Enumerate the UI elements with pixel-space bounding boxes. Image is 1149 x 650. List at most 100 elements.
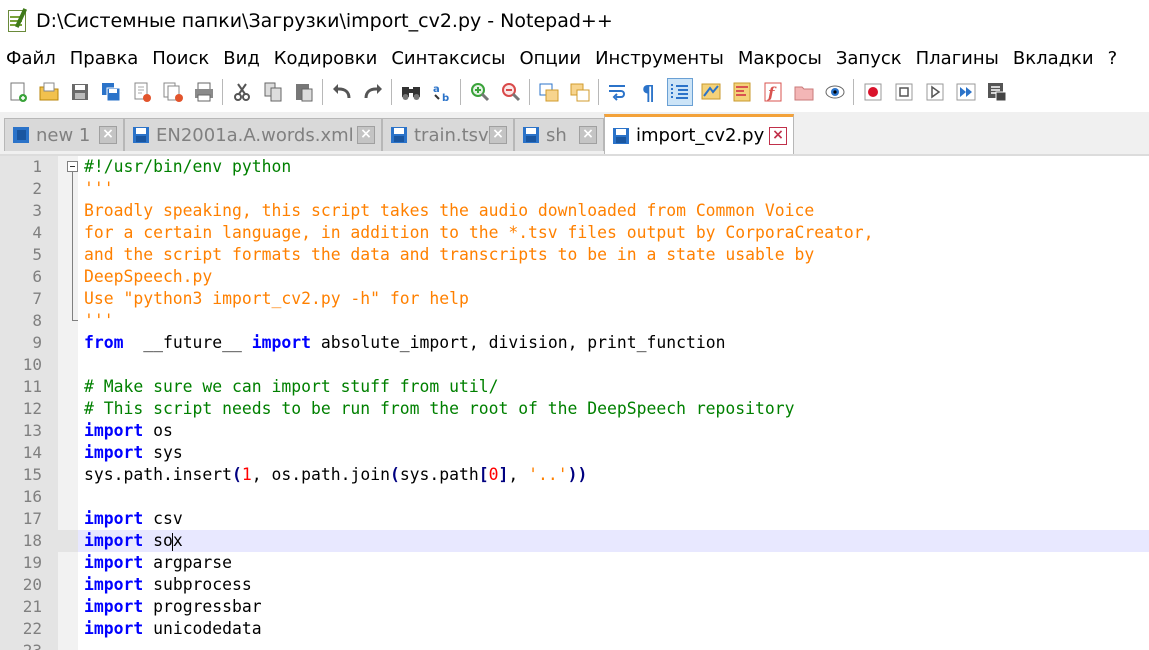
menu-item-11[interactable]: Вкладки	[1006, 48, 1101, 69]
code-line[interactable]: 7 Use "python3 import_cv2.py -h" for help	[0, 288, 1149, 310]
code-text: import os	[84, 421, 173, 440]
print-icon[interactable]	[191, 78, 217, 106]
code-line[interactable]: 14 import sys	[0, 442, 1149, 464]
close-icon[interactable]	[129, 78, 155, 106]
tab-en2001a-a-words-xml[interactable]: EN2001a.A.words.xml ×	[124, 118, 382, 151]
menu-item-2[interactable]: Поиск	[145, 48, 216, 69]
replace-icon[interactable]: ab	[429, 78, 455, 106]
paste-icon[interactable]	[291, 78, 317, 106]
zoom-out-icon[interactable]	[498, 78, 524, 106]
code-text: for a certain language, in addition to t…	[84, 223, 874, 242]
fold-collapse-icon[interactable]	[67, 161, 78, 172]
undo-icon[interactable]	[329, 78, 355, 106]
line-number: 20	[22, 575, 42, 594]
toolbar-separator	[391, 79, 392, 105]
tab-sh[interactable]: sh ×	[514, 118, 604, 151]
code-line[interactable]: 3 Broadly speaking, this script takes the…	[0, 200, 1149, 222]
show-all-characters-icon[interactable]: ¶	[636, 78, 662, 106]
menu-item-12[interactable]: ?	[1101, 48, 1125, 69]
menu-item-9[interactable]: Запуск	[829, 48, 909, 69]
tab-import-cv2-py[interactable]: import_cv2.py ×	[604, 114, 794, 154]
code-text: import argparse	[84, 553, 233, 572]
code-line[interactable]: 20 import subprocess	[0, 574, 1149, 596]
code-line[interactable]: 18 import sox	[0, 530, 1149, 552]
code-line[interactable]: 11 # Make sure we can import stuff from u…	[0, 376, 1149, 398]
menu-item-4[interactable]: Кодировки	[267, 48, 385, 69]
code-line[interactable]: 5 and the script formats the data and tra…	[0, 244, 1149, 266]
code-line[interactable]: 4 for a certain language, in addition to …	[0, 222, 1149, 244]
cut-icon[interactable]	[229, 78, 255, 106]
code-line[interactable]: 21 import progressbar	[0, 596, 1149, 618]
close-all-icon[interactable]	[160, 78, 186, 106]
code-line[interactable]: 17 import csv	[0, 508, 1149, 530]
notepadpp-app-icon[interactable]	[6, 8, 28, 34]
function-list-icon[interactable]: f	[760, 78, 786, 106]
tab-train-tsv[interactable]: train.tsv ×	[382, 118, 514, 151]
document-map-icon[interactable]	[729, 78, 755, 106]
line-number: 22	[22, 619, 42, 638]
new-file-icon[interactable]	[5, 78, 31, 106]
copy-icon[interactable]	[260, 78, 286, 106]
menu-item-8[interactable]: Макросы	[731, 48, 829, 69]
record-macro-icon[interactable]	[860, 78, 886, 106]
code-line[interactable]: 15 sys.path.insert(1, os.path.join(sys.pa…	[0, 464, 1149, 486]
menu-item-7[interactable]: Инструменты	[588, 48, 731, 69]
code-text: import progressbar	[84, 597, 262, 616]
line-number: 16	[22, 487, 42, 506]
menu-item-5[interactable]: Синтаксисы	[384, 48, 512, 69]
monitoring-icon[interactable]	[822, 78, 848, 106]
menu-item-6[interactable]: Опции	[512, 48, 588, 69]
code-line[interactable]: 1 #!/usr/bin/env python	[0, 156, 1149, 178]
tab-label: EN2001a.A.words.xml	[156, 124, 354, 146]
code-line[interactable]: 10	[0, 354, 1149, 376]
menu-item-3[interactable]: Вид	[216, 48, 267, 69]
code-line[interactable]: 13 import os	[0, 420, 1149, 442]
sync-vertical-icon[interactable]	[536, 78, 562, 106]
svg-text:b: b	[442, 93, 449, 103]
line-number: 14	[22, 443, 42, 462]
folder-workspace-icon[interactable]	[791, 78, 817, 106]
menu-item-10[interactable]: Плагины	[909, 48, 1006, 69]
code-line[interactable]: 12 # This script needs to be run from the…	[0, 398, 1149, 420]
code-text: import subprocess	[84, 575, 252, 594]
tab-close-icon[interactable]: ×	[489, 126, 507, 144]
tab-close-icon[interactable]: ×	[769, 126, 787, 145]
tab-label: import_cv2.py	[636, 125, 765, 146]
find-icon[interactable]	[398, 78, 424, 106]
toolbar-separator	[529, 79, 530, 105]
save-all-icon[interactable]	[98, 78, 124, 106]
save-macro-icon[interactable]	[984, 78, 1010, 106]
code-line[interactable]: 16	[0, 486, 1149, 508]
line-number: 11	[22, 377, 42, 396]
code-line[interactable]: 2 '''	[0, 178, 1149, 200]
code-line[interactable]: 8 '''	[0, 310, 1149, 332]
code-line[interactable]: 6 DeepSpeech.py	[0, 266, 1149, 288]
code-line[interactable]: 9 from __future__ import absolute_import,…	[0, 332, 1149, 354]
code-line[interactable]: 22 import unicodedata	[0, 618, 1149, 640]
code-editor[interactable]: 1 #!/usr/bin/env python 2 ''' 3 Broadly speak…	[0, 156, 1149, 650]
code-text: and the script formats the data and tran…	[84, 245, 815, 264]
open-file-icon[interactable]	[36, 78, 62, 106]
tab-close-icon[interactable]: ×	[579, 126, 597, 144]
tab-new-1[interactable]: new 1 ×	[4, 118, 124, 151]
zoom-in-icon[interactable]	[467, 78, 493, 106]
menu-item-0[interactable]: Файл	[0, 48, 63, 69]
menu-item-1[interactable]: Правка	[63, 48, 146, 69]
code-line[interactable]: 23	[0, 640, 1149, 650]
toolbar-separator	[322, 79, 323, 105]
user-language-icon[interactable]	[698, 78, 724, 106]
playback-macro-icon[interactable]	[922, 78, 948, 106]
tab-label: train.tsv	[414, 124, 489, 146]
stop-recording-icon[interactable]	[891, 78, 917, 106]
save-icon[interactable]	[67, 78, 93, 106]
tab-close-icon[interactable]: ×	[357, 126, 375, 144]
sync-horizontal-icon[interactable]	[567, 78, 593, 106]
run-macro-multiple-icon[interactable]	[953, 78, 979, 106]
indent-guide-icon[interactable]	[666, 78, 693, 106]
redo-icon[interactable]	[360, 78, 386, 106]
code-text: Broadly speaking, this script takes the …	[84, 201, 815, 220]
code-line[interactable]: 19 import argparse	[0, 552, 1149, 574]
tab-close-icon[interactable]: ×	[99, 126, 117, 144]
line-number: 6	[32, 267, 42, 286]
word-wrap-icon[interactable]	[605, 78, 631, 106]
